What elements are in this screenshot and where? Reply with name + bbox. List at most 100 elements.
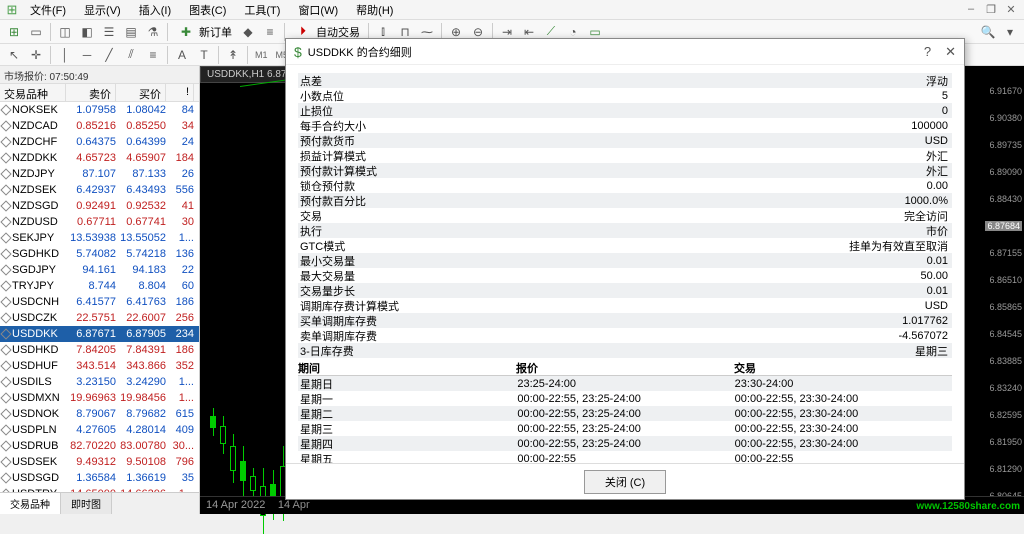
- app-icon: ⊞: [4, 2, 20, 18]
- cursor-icon[interactable]: ↖: [4, 45, 24, 65]
- schedule-row: 星期五00:00-22:5500:00-22:55: [298, 451, 952, 463]
- menu-window[interactable]: 窗口(W): [290, 0, 346, 20]
- spec-row: 交易量步长0.01: [298, 283, 952, 298]
- quote-row[interactable]: USDCZK22.575122.6007256: [0, 310, 199, 326]
- quote-row[interactable]: TRYJPY8.7448.80460: [0, 278, 199, 294]
- market-watch-title: 市场报价: 07:50:49: [0, 66, 199, 84]
- tf-m1[interactable]: M1: [252, 49, 271, 61]
- signals-icon[interactable]: ▾: [1000, 22, 1020, 42]
- schedule-row: 星期一00:00-22:55, 23:25-24:0000:00-22:55, …: [298, 391, 952, 406]
- dialog-icon: $: [294, 44, 302, 60]
- quote-row[interactable]: USDHKD7.842057.84391186: [0, 342, 199, 358]
- quote-row[interactable]: NZDCAD0.852160.8525034: [0, 118, 199, 134]
- minimize-icon[interactable]: –: [962, 3, 980, 16]
- terminal-icon[interactable]: ▤: [121, 22, 141, 42]
- quote-row[interactable]: SGDJPY94.16194.18322: [0, 262, 199, 278]
- new-chart-icon[interactable]: ⊞: [4, 22, 24, 42]
- spec-row: 预付款货币USD: [298, 133, 952, 148]
- quote-row[interactable]: USDCNH6.415776.41763186: [0, 294, 199, 310]
- quote-row[interactable]: USDSEK9.493129.50108796: [0, 454, 199, 470]
- quote-row[interactable]: SEKJPY13.5393813.550521...: [0, 230, 199, 246]
- menu-help[interactable]: 帮助(H): [348, 0, 401, 20]
- dialog-title: USDDKK 的合约细则: [308, 44, 412, 60]
- dialog-body: 点差浮动小数点位5止损位0每手合约大小100000预付款货币USD损益计算模式外…: [286, 65, 964, 463]
- spec-row: 预付款百分比1000.0%: [298, 193, 952, 208]
- quote-row[interactable]: NZDDKK4.657234.65907184: [0, 150, 199, 166]
- menu-insert[interactable]: 插入(I): [131, 0, 179, 20]
- watermark: www.12580share.com: [916, 501, 1020, 512]
- schedule-row: 星期二00:00-22:55, 23:25-24:0000:00-22:55, …: [298, 406, 952, 421]
- options-icon[interactable]: ≡: [260, 22, 280, 42]
- spec-row: 最大交易量50.00: [298, 268, 952, 283]
- spec-row: 调期库存费计算模式USD: [298, 298, 952, 313]
- hline-icon[interactable]: ─: [77, 45, 97, 65]
- spec-row: 小数点位5: [298, 88, 952, 103]
- datawindow-icon[interactable]: ◧: [77, 22, 97, 42]
- quote-row[interactable]: USDRUB82.7022083.0078030...: [0, 438, 199, 454]
- channel-icon[interactable]: ⫽: [121, 45, 141, 65]
- schedule-row: 星期四00:00-22:55, 23:25-24:0000:00-22:55, …: [298, 436, 952, 451]
- maximize-icon[interactable]: ❐: [982, 3, 1000, 16]
- quote-row[interactable]: NZDCHF0.643750.6439924: [0, 134, 199, 150]
- quote-row[interactable]: USDDKK6.876716.87905234: [0, 326, 199, 342]
- search-icon[interactable]: 🔍: [978, 22, 998, 42]
- quotes-list[interactable]: NOKSEK1.079581.0804284NZDCAD0.852160.852…: [0, 102, 199, 492]
- quote-row[interactable]: NZDSGD0.924910.9253241: [0, 198, 199, 214]
- menubar: ⊞ 文件(F) 显示(V) 插入(I) 图表(C) 工具(T) 窗口(W) 帮助…: [0, 0, 1024, 20]
- quote-row[interactable]: USDNOK8.790678.79682615: [0, 406, 199, 422]
- label-icon[interactable]: T: [194, 45, 214, 65]
- trendline-icon[interactable]: ╱: [99, 45, 119, 65]
- spec-row: 最小交易量0.01: [298, 253, 952, 268]
- spec-row: 每手合约大小100000: [298, 118, 952, 133]
- dialog-close-icon[interactable]: ✕: [945, 44, 956, 60]
- spec-row: 卖单调期库存费-4.567072: [298, 328, 952, 343]
- contract-spec-dialog: $ USDDKK 的合约细则 ? ✕ 点差浮动小数点位5止损位0每手合约大小10…: [285, 38, 965, 500]
- schedule-row: 星期三00:00-22:55, 23:25-24:0000:00-22:55, …: [298, 421, 952, 436]
- quote-row[interactable]: USDHUF343.514343.866352: [0, 358, 199, 374]
- spec-row: 买单调期库存费1.017762: [298, 313, 952, 328]
- close-button[interactable]: 关闭 (C): [584, 470, 666, 494]
- quote-row[interactable]: USDMXN19.9696319.984561...: [0, 390, 199, 406]
- spec-row: 损益计算模式外汇: [298, 148, 952, 163]
- menu-tools[interactable]: 工具(T): [236, 0, 288, 20]
- plus-icon: ✚: [176, 22, 196, 42]
- profiles-icon[interactable]: ▭: [26, 22, 46, 42]
- quote-row[interactable]: USDILS3.231503.242901...: [0, 374, 199, 390]
- navigator-icon[interactable]: ☰: [99, 22, 119, 42]
- menu-chart[interactable]: 图表(C): [181, 0, 234, 20]
- tab-symbols[interactable]: 交易品种: [0, 493, 61, 514]
- schedule-header: 期间报价交易: [298, 360, 952, 376]
- quote-row[interactable]: NZDUSD0.677110.6774130: [0, 214, 199, 230]
- left-tabs: 交易品种 即时图: [0, 492, 199, 514]
- close-icon[interactable]: ✕: [1002, 3, 1020, 16]
- quote-row[interactable]: NZDSEK6.429376.43493556: [0, 182, 199, 198]
- spec-row: 点差浮动: [298, 73, 952, 88]
- vline-icon[interactable]: │: [55, 45, 75, 65]
- marketwatch-icon[interactable]: ◫: [55, 22, 75, 42]
- quote-row[interactable]: USDSGD1.365841.3661935: [0, 470, 199, 486]
- strategy-icon[interactable]: ⚗: [143, 22, 163, 42]
- metaeditor-icon[interactable]: ◆: [238, 22, 258, 42]
- dialog-titlebar: $ USDDKK 的合约细则 ? ✕: [286, 39, 964, 65]
- schedule-row: 星期日23:25-24:0023:30-24:00: [298, 376, 952, 391]
- quote-row[interactable]: SGDHKD5.740825.74218136: [0, 246, 199, 262]
- market-watch-header: 交易品种 卖价 买价 !: [0, 84, 199, 102]
- quote-row[interactable]: USDPLN4.276054.28014409: [0, 422, 199, 438]
- spec-row: GTC模式挂单为有效直至取消: [298, 238, 952, 253]
- new-order-button[interactable]: ✚新订单: [172, 22, 236, 42]
- text-icon[interactable]: A: [172, 45, 192, 65]
- arrows-icon[interactable]: ↟: [223, 45, 243, 65]
- tab-tickchart[interactable]: 即时图: [61, 493, 112, 514]
- market-watch-panel: 市场报价: 07:50:49 交易品种 卖价 买价 ! NOKSEK1.0795…: [0, 66, 200, 514]
- dialog-help-icon[interactable]: ?: [924, 44, 931, 60]
- spec-row: 止损位0: [298, 103, 952, 118]
- quote-row[interactable]: NOKSEK1.079581.0804284: [0, 102, 199, 118]
- menu-file[interactable]: 文件(F): [22, 0, 74, 20]
- spec-row: 预付款计算模式外汇: [298, 163, 952, 178]
- menu-view[interactable]: 显示(V): [76, 0, 129, 20]
- spec-row: 3-日库存费星期三: [298, 343, 952, 358]
- quote-row[interactable]: NZDJPY87.10787.13326: [0, 166, 199, 182]
- spec-row: 锁仓预付款0.00: [298, 178, 952, 193]
- fibo-icon[interactable]: ≡: [143, 45, 163, 65]
- crosshair-icon[interactable]: ✛: [26, 45, 46, 65]
